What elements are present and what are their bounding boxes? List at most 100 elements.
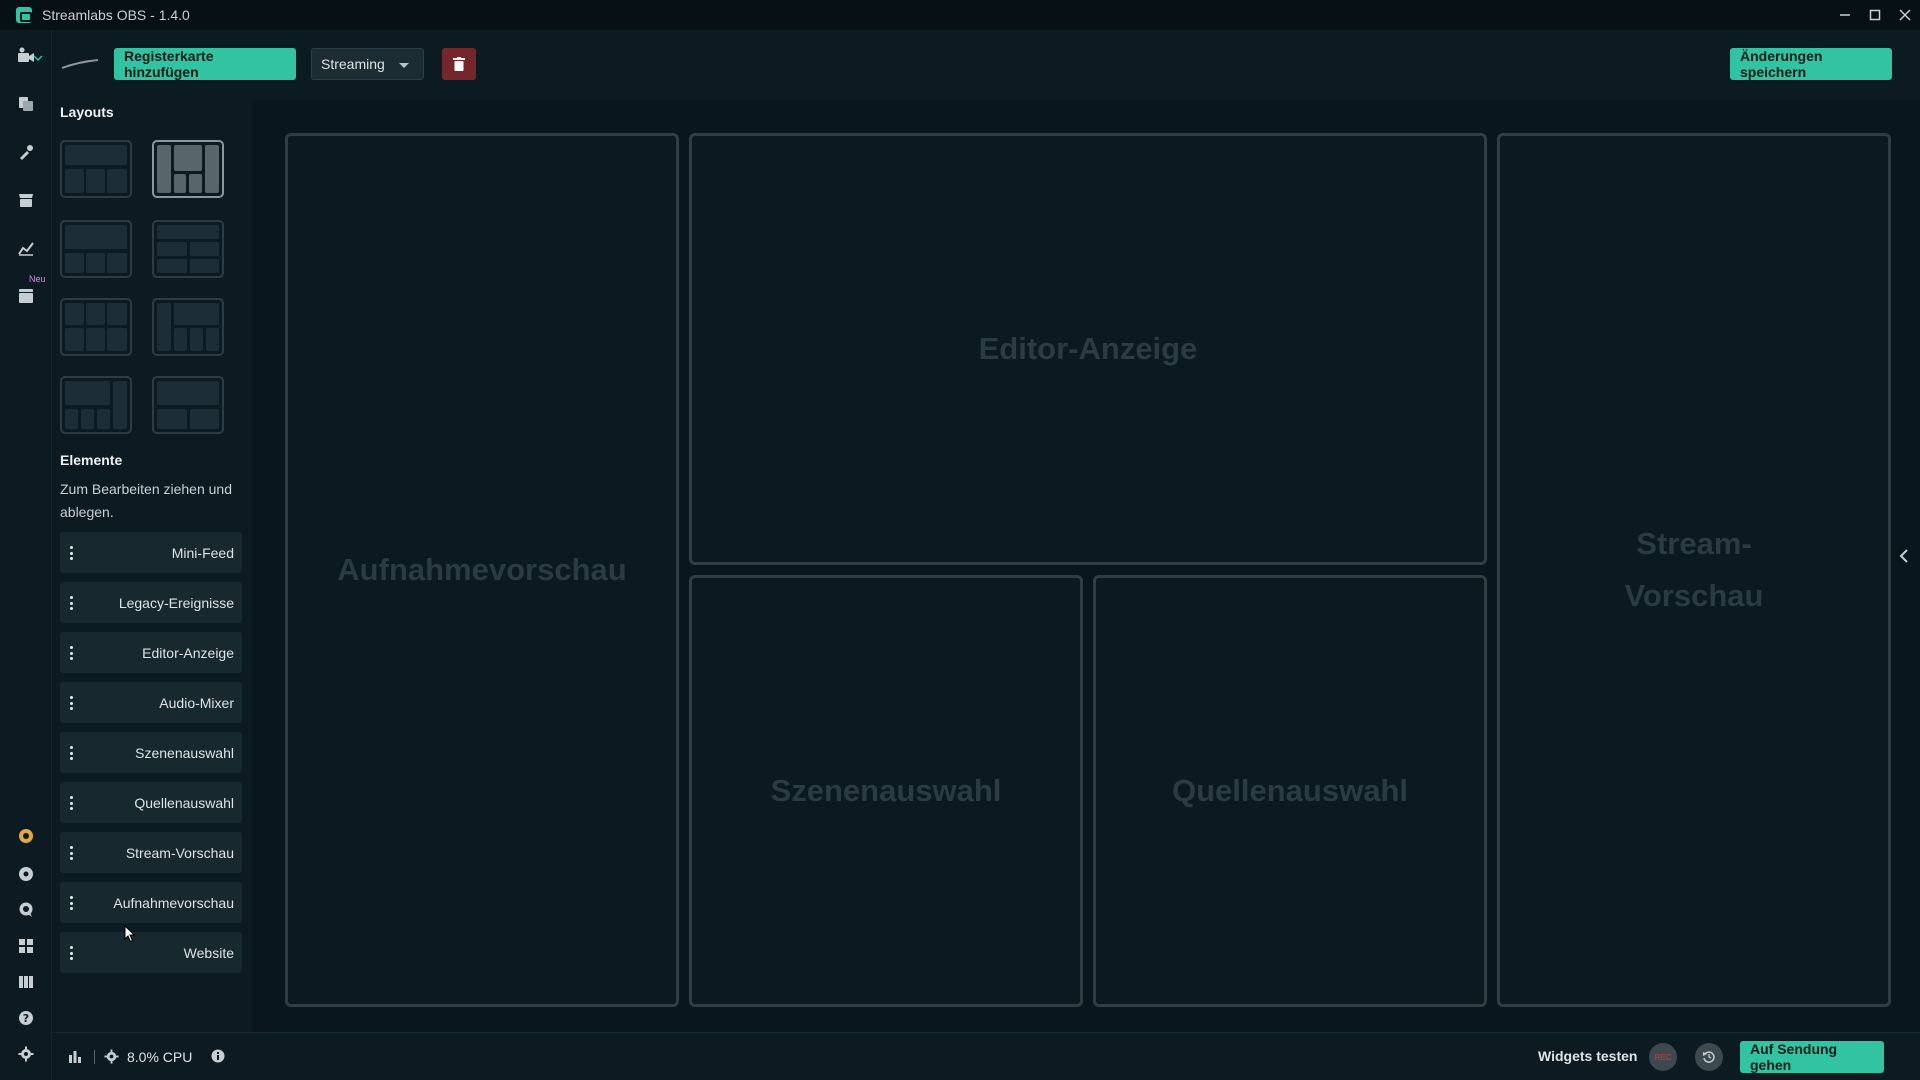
drag-handle-icon[interactable] <box>70 696 73 710</box>
go-live-button[interactable]: Auf Sendung gehen <box>1740 1041 1884 1073</box>
slot-stream-preview[interactable]: Stream- Vorschau <box>1497 133 1891 1007</box>
settings-gear-icon[interactable] <box>16 1044 36 1064</box>
streamlabs-logo-icon <box>16 7 32 23</box>
status-footer: 8.0% CPU Widgets testen REC Auf Sendung … <box>52 1032 1920 1080</box>
highlighter-icon[interactable] <box>16 286 36 306</box>
cpu-usage-text: 8.0% CPU <box>127 1049 193 1065</box>
element-item-label: Editor-Anzeige <box>142 644 234 661</box>
slot-label-line-2: Vorschau <box>1624 578 1764 613</box>
element-item-scene-selector[interactable]: Szenenauswahl <box>60 732 242 773</box>
apps-grid-icon[interactable] <box>16 936 36 956</box>
element-item-label: Mini-Feed <box>171 544 234 561</box>
drag-handle-icon[interactable] <box>70 646 73 660</box>
layout-option-sidebar-right[interactable] <box>60 376 132 434</box>
tab-select-dropdown[interactable]: Streaming <box>311 48 424 80</box>
trash-icon <box>453 57 465 71</box>
top-toolbar: Registerkarte hinzufügen Streaming Änder… <box>52 30 1920 100</box>
record-button[interactable]: REC <box>1649 1043 1677 1071</box>
dashboard-icon[interactable] <box>16 864 36 884</box>
performance-chart-icon[interactable] <box>68 1049 82 1063</box>
layout-option-default[interactable] <box>60 140 132 198</box>
left-navigation: Neu ? <box>0 30 52 1080</box>
maximize-button[interactable] <box>1860 0 1890 30</box>
maximize-icon <box>1869 9 1881 21</box>
save-changes-button[interactable]: Änderungen speichern <box>1730 48 1892 80</box>
prime-icon[interactable] <box>16 826 36 846</box>
chevron-left-icon <box>1899 549 1908 563</box>
slot-label-line-1: Stream- <box>1636 526 1752 561</box>
element-item-source-selector[interactable]: Quellenauswahl <box>60 782 242 823</box>
app-store-icon[interactable] <box>16 190 36 210</box>
analytics-icon[interactable] <box>16 238 36 258</box>
title-bar: Streamlabs OBS - 1.4.0 <box>0 0 1920 30</box>
layout-option-sidebar-left[interactable] <box>152 298 224 356</box>
layout-editor-icon[interactable] <box>16 94 36 114</box>
layout-option-grid[interactable] <box>60 298 132 356</box>
drag-handle-icon[interactable] <box>70 596 73 610</box>
drag-handle-icon[interactable] <box>70 746 73 760</box>
element-item-label: Audio-Mixer <box>159 694 234 711</box>
element-item-stream-preview[interactable]: Stream-Vorschau <box>60 832 242 873</box>
element-item-label: Quellenauswahl <box>134 794 234 811</box>
drag-handle-icon[interactable] <box>70 846 73 860</box>
slot-label: Szenenauswahl <box>770 773 1002 808</box>
element-item-recording-preview[interactable]: Aufnahmevorschau <box>60 882 242 923</box>
slot-source-selector[interactable]: Quellenauswahl <box>1093 575 1487 1007</box>
element-item-mini-feed[interactable]: Mini-Feed <box>60 532 242 573</box>
minimize-icon <box>1840 14 1850 16</box>
element-item-audio-mixer[interactable]: Audio-Mixer <box>60 682 242 723</box>
close-window-button[interactable] <box>1890 0 1920 30</box>
add-tab-button[interactable]: Registerkarte hinzufügen <box>114 48 296 80</box>
tab-select-value: Streaming <box>321 56 385 72</box>
minimize-button[interactable] <box>1830 0 1860 30</box>
new-badge: Neu <box>29 274 46 284</box>
window-title: Streamlabs OBS - 1.4.0 <box>42 7 190 23</box>
slot-label: Editor-Anzeige <box>978 331 1198 366</box>
svg-text:?: ? <box>23 1012 29 1025</box>
collapse-panel-button[interactable] <box>1898 548 1910 569</box>
layout-sidebar: Layouts Elemente Zum Bearbeiten ziehen u… <box>52 100 252 1032</box>
layout-option-two-pane[interactable] <box>152 376 224 434</box>
element-item-label: Szenenauswahl <box>135 744 234 761</box>
layout-option-classic[interactable] <box>60 220 132 278</box>
drag-handle-icon[interactable] <box>70 796 73 810</box>
slot-recording-preview[interactable]: Aufnahmevorschau <box>285 133 679 1007</box>
layout-canvas: Aufnahmevorschau Editor-Anzeige Szenenau… <box>252 100 1920 1032</box>
stroke-decoration-icon <box>61 59 99 69</box>
footer-divider <box>94 1050 95 1064</box>
drag-handle-icon[interactable] <box>70 546 73 560</box>
window-controls <box>1830 0 1920 30</box>
replay-buffer-button[interactable] <box>1695 1043 1723 1071</box>
close-icon <box>1899 9 1911 21</box>
element-item-label: Legacy-Ereignisse <box>118 594 234 611</box>
element-item-label: Website <box>183 944 234 961</box>
element-item-website[interactable]: Website <box>60 932 242 973</box>
layouts-heading: Layouts <box>60 104 114 120</box>
slot-label: Quellenauswahl <box>1171 773 1408 808</box>
element-item-label: Stream-Vorschau <box>125 844 234 861</box>
delete-tab-button[interactable] <box>442 48 476 80</box>
info-icon[interactable] <box>211 1049 225 1063</box>
help-icon[interactable]: ? <box>16 1008 36 1028</box>
slot-editor-display[interactable]: Editor-Anzeige <box>689 133 1487 565</box>
elements-hint-text: Zum Bearbeiten ziehen und ablegen. <box>60 481 232 520</box>
mouse-cursor-icon <box>124 925 136 943</box>
replay-history-icon <box>1703 1051 1715 1063</box>
cpu-gear-icon <box>104 1049 119 1064</box>
element-item-label: Aufnahmevorschau <box>113 894 234 911</box>
chat-icon[interactable] <box>16 900 36 920</box>
chevron-down-icon[interactable] <box>32 52 44 64</box>
layout-option-pyramid[interactable] <box>152 140 224 198</box>
element-item-legacy-events[interactable]: Legacy-Ereignisse <box>60 582 242 623</box>
elements-heading: Elemente <box>60 452 123 468</box>
test-widgets-button[interactable]: Widgets testen <box>1538 1048 1637 1064</box>
layouts-library-icon[interactable] <box>16 972 36 992</box>
caret-down-icon <box>399 63 409 68</box>
layout-option-stacked[interactable] <box>152 220 224 278</box>
themes-icon[interactable] <box>16 142 36 162</box>
drag-handle-icon[interactable] <box>70 946 73 960</box>
slot-scene-selector[interactable]: Szenenauswahl <box>689 575 1083 1007</box>
drag-handle-icon[interactable] <box>70 896 73 910</box>
element-item-editor-display[interactable]: Editor-Anzeige <box>60 632 242 673</box>
slot-label: Aufnahmevorschau <box>337 552 627 587</box>
